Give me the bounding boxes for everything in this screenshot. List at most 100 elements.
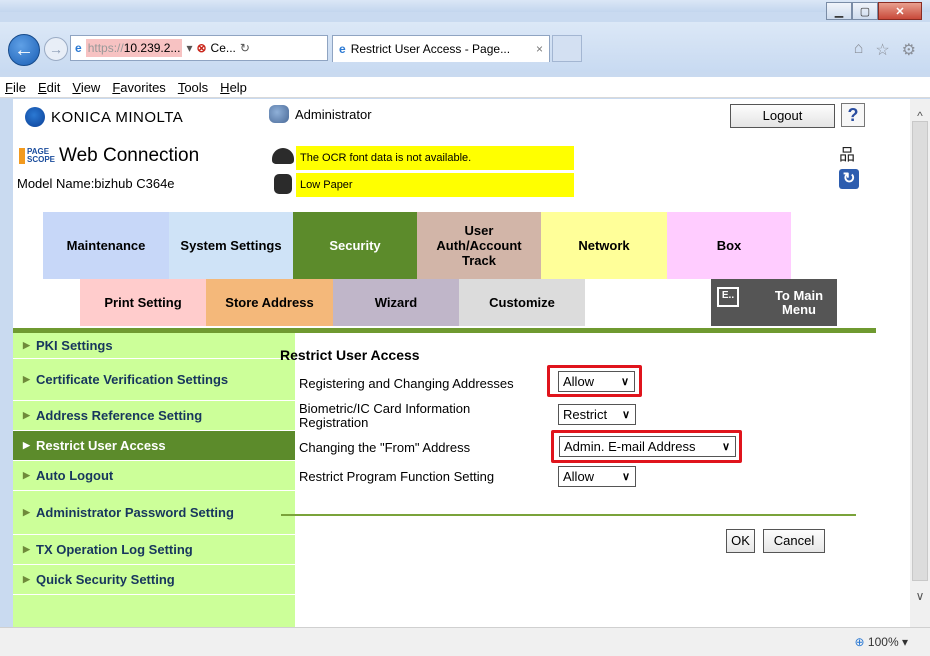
menu-edit[interactable]: Edit (38, 80, 60, 95)
close-button[interactable]: ✕ (878, 2, 922, 20)
brand-name: KONICA MINOLTA (51, 108, 184, 126)
label-registering-addresses: Registering and Changing Addresses (299, 376, 514, 391)
favorites-star-icon[interactable]: ☆ (875, 40, 889, 60)
menu-favorites[interactable]: Favorites (112, 80, 165, 95)
sidebar-item-certificate-verification[interactable]: ▶ Certificate Verification Settings (13, 359, 295, 401)
changing-from-address-select[interactable]: Admin. E-mail Address ∨ (559, 436, 736, 457)
tab-system-settings[interactable]: System Settings (169, 212, 293, 279)
tab-customize[interactable]: Customize (459, 279, 585, 326)
chevron-down-icon: ∨ (621, 471, 630, 483)
refresh-icon[interactable]: ↻ (839, 169, 859, 189)
forward-button[interactable]: → (44, 37, 68, 61)
admin-user-icon (269, 105, 289, 123)
chevron-down-icon: ∨ (621, 409, 630, 421)
sidebar-item-quick-security[interactable]: ▶ Quick Security Setting (13, 565, 295, 595)
home-icon[interactable]: ⌂ (854, 40, 864, 60)
label-changing-from-address: Changing the "From" Address (299, 440, 471, 455)
web-page: KONICA MINOLTA Administrator Logout ? PA… (13, 99, 910, 627)
zoom-control[interactable]: ⊕ 100% ▾ (855, 635, 908, 649)
minimize-button[interactable]: ▁ (826, 2, 852, 20)
konica-minolta-logo-icon (25, 107, 45, 127)
arrow-right-icon: ▶ (23, 340, 30, 350)
status-bar: ⊕ 100% ▾ (0, 627, 930, 656)
new-tab-button[interactable] (552, 35, 582, 62)
vertical-scrollbar[interactable]: ^ ∨ (910, 99, 930, 627)
product-logo: PAGE SCOPE Web Connection (19, 145, 199, 167)
menu-view[interactable]: View (72, 80, 100, 95)
tab-security[interactable]: Security (293, 212, 417, 279)
alert-ocr[interactable]: The OCR font data is not available. (296, 146, 574, 170)
url-text: https://10.239.2... (85, 39, 183, 57)
chevron-down-icon: ∨ (721, 441, 730, 453)
form-divider (281, 514, 856, 516)
tab-spacer (585, 279, 711, 326)
restrict-program-function-select[interactable]: Allow ∨ (558, 466, 636, 487)
zoom-icon: ⊕ (854, 635, 865, 649)
label-restrict-program-function: Restrict Program Function Setting (299, 469, 495, 484)
refresh-page-icon[interactable]: ↻ (240, 41, 250, 55)
maximize-button[interactable]: ▢ (852, 2, 878, 20)
menu-file[interactable]: File (5, 80, 26, 95)
paper-tray-icon (270, 172, 296, 196)
sidebar-item-tx-operation-log[interactable]: ▶ TX Operation Log Setting (13, 535, 295, 565)
sidebar-item-pki-settings[interactable]: ▶ PKI Settings (13, 333, 295, 359)
menu-tools[interactable]: Tools (178, 80, 208, 95)
arrow-right-icon: ▶ (23, 410, 30, 420)
to-main-menu-label: To Main Menu (774, 287, 824, 317)
tab-title: Restrict User Access - Page... (350, 42, 511, 56)
tab-user-auth[interactable]: User Auth/Account Track (417, 212, 541, 279)
certificate-error-label[interactable]: Ce... (211, 41, 236, 55)
pagescope-logo-icon: PAGE SCOPE (19, 148, 55, 164)
help-button[interactable]: ? (841, 103, 865, 127)
tab-network[interactable]: Network (541, 212, 667, 279)
tab-maintenance[interactable]: Maintenance (43, 212, 169, 279)
window-titlebar (0, 0, 930, 12)
sub-tabs: Print Setting Store Address Wizard Custo… (80, 279, 837, 326)
alert-low-paper[interactable]: Low Paper (296, 173, 574, 197)
chevron-down-icon: ∨ (620, 376, 629, 388)
back-button[interactable]: ← (8, 34, 40, 66)
scroll-down-icon[interactable]: ∨ (910, 589, 930, 607)
window-controls: ▁ ▢ ✕ (826, 2, 922, 20)
menu-help[interactable]: Help (220, 80, 247, 95)
browser-navbar: ← → e https://10.239.2... ▾ ⊗ Ce... ↻ e … (0, 22, 930, 72)
sidebar-item-admin-password[interactable]: ▶ Administrator Password Setting (13, 491, 295, 535)
sidebar-item-auto-logout[interactable]: ▶ Auto Logout (13, 461, 295, 491)
settings-gear-icon[interactable]: ⚙ (902, 40, 916, 60)
ie-icon: e (75, 41, 82, 55)
browser-tab[interactable]: e Restrict User Access - Page... × (332, 35, 550, 62)
tab-wizard[interactable]: Wizard (333, 279, 459, 326)
admin-indicator: Administrator (269, 105, 372, 123)
tab-box[interactable]: Box (667, 212, 791, 279)
brand-logo: KONICA MINOLTA (25, 107, 183, 127)
tab-store-address[interactable]: Store Address (206, 279, 333, 326)
arrow-right-icon: ▶ (23, 374, 30, 384)
browser-toolbar-icons: ⌂ ☆ ⚙ (854, 40, 916, 60)
label-biometric-registration: Biometric/IC Card Information Registrati… (299, 401, 471, 430)
arrow-right-icon: ▶ (23, 507, 30, 517)
tab-close-icon[interactable]: × (536, 42, 543, 56)
cancel-button[interactable]: Cancel (763, 529, 825, 553)
zoom-level: 100% (867, 635, 899, 649)
product-name: Web Connection (59, 145, 200, 166)
certificate-error-icon[interactable]: ⊗ (196, 41, 206, 55)
scroll-thumb[interactable] (912, 121, 928, 581)
sidebar: ▶ PKI Settings ▶ Certificate Verification … (13, 333, 295, 627)
biometric-registration-select[interactable]: Restrict ∨ (558, 404, 636, 425)
sidebar-item-address-reference[interactable]: ▶ Address Reference Setting (13, 401, 295, 431)
registering-addresses-select[interactable]: Allow ∨ (558, 371, 635, 392)
main-tabs: Maintenance System Settings Security Use… (43, 212, 791, 279)
to-main-menu-button[interactable]: E.. To Main Menu (711, 279, 837, 326)
scanner-icon (270, 144, 296, 168)
admin-label: Administrator (295, 106, 372, 122)
network-icon[interactable]: 品 (839, 141, 855, 165)
sidebar-item-restrict-user-access[interactable]: ▶ Restrict User Access (13, 431, 295, 461)
ok-button[interactable]: OK (726, 529, 755, 553)
arrow-right-icon: ▶ (23, 470, 30, 480)
logout-button[interactable]: Logout (730, 104, 835, 128)
page-title: Restrict User Access (280, 347, 420, 363)
dropdown-icon[interactable]: ▾ (186, 41, 192, 55)
address-bar[interactable]: e https://10.239.2... ▾ ⊗ Ce... ↻ (70, 35, 328, 61)
tab-print-setting[interactable]: Print Setting (80, 279, 206, 326)
arrow-right-icon: ▶ (23, 544, 30, 554)
